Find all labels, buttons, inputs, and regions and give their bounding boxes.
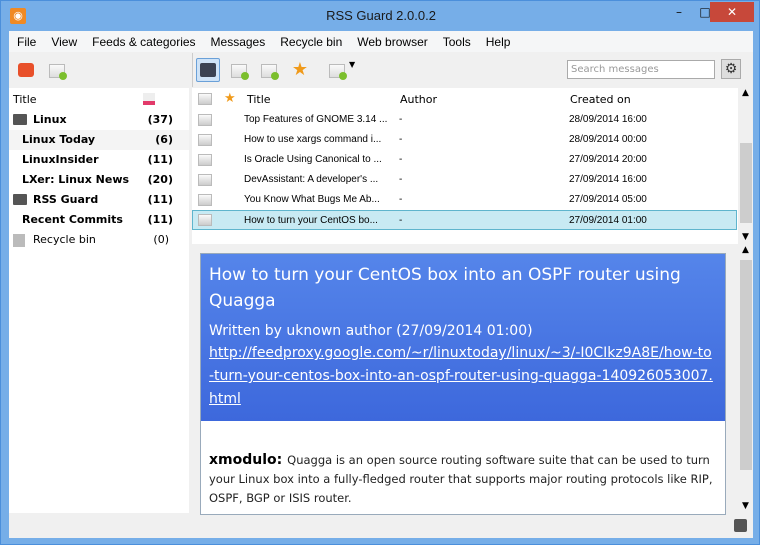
message-row[interactable]: You Know What Bugs Me Ab... -27/09/2014 0… <box>192 190 753 210</box>
message-row[interactable]: DevAssistant: A developer's ... -27/09/20… <box>192 170 753 190</box>
feeds-header[interactable]: Title <box>9 88 189 110</box>
messages-scrollbar[interactable]: ▲ ▼ <box>738 88 753 244</box>
fullscreen-icon[interactable] <box>734 519 747 532</box>
feed-category[interactable]: RSS Guard (11) <box>9 190 189 210</box>
star-icon[interactable]: ★ <box>288 58 312 82</box>
article-source: xmodulo <box>209 452 277 468</box>
status-bar <box>9 515 753 538</box>
title-column-header[interactable]: Title <box>247 93 271 106</box>
article-header: How to turn your CentOS box into an OSPF… <box>201 254 725 421</box>
message-row[interactable]: Top Features of GNOME 3.14 ... -28/09/201… <box>192 110 753 130</box>
scrollbar-thumb[interactable] <box>740 143 752 223</box>
gear-icon[interactable]: ⚙ <box>721 59 741 79</box>
folder-icon <box>13 193 27 205</box>
menu-feeds[interactable]: Feeds & categories <box>84 31 202 52</box>
preview-scrollbar[interactable]: ▲ ▼ <box>738 245 753 513</box>
title-bar: ◉ RSS Guard 2.0.0.2 – □ ✕ <box>1 1 760 31</box>
feed-item[interactable]: Recent Commits (11) <box>9 210 189 230</box>
envelope-icon <box>198 134 212 146</box>
read-status-icon[interactable] <box>198 93 212 105</box>
envelope-icon <box>198 194 212 206</box>
menu-bar: File View Feeds & categories Messages Re… <box>9 31 753 52</box>
client-area: File View Feeds & categories Messages Re… <box>9 31 753 538</box>
mark-unread-icon <box>261 64 279 80</box>
feed-category[interactable]: Linux (37) <box>9 110 189 130</box>
mark-feeds-read-button[interactable] <box>45 58 69 82</box>
envelope-icon <box>329 64 347 80</box>
message-preview: How to turn your CentOS box into an OSPF… <box>192 245 753 515</box>
article-byline: Written by uknown author (27/09/2014 01:… <box>209 323 533 339</box>
author-column-header[interactable]: Author <box>400 93 437 106</box>
scroll-up-icon[interactable]: ▲ <box>738 245 753 255</box>
minimize-button[interactable]: – <box>666 2 692 22</box>
recycle-bin-item[interactable]: Recycle bin (0) <box>9 230 189 250</box>
envelope-icon <box>198 154 212 166</box>
menu-web-browser[interactable]: Web browser <box>349 31 434 52</box>
scroll-down-icon[interactable]: ▼ <box>738 501 753 511</box>
article: How to turn your CentOS box into an OSPF… <box>200 253 726 515</box>
scroll-up-icon[interactable]: ▲ <box>738 88 753 98</box>
grid-icon <box>200 63 216 77</box>
article-link[interactable]: http://feedproxy.google.com/~r/linuxtoda… <box>209 345 713 407</box>
mark-unread-button[interactable] <box>257 58 281 82</box>
window-title: RSS Guard 2.0.0.2 <box>326 8 436 23</box>
messages-list: ★ Title Author Created on Top Features o… <box>192 88 753 244</box>
feed-item[interactable]: LinuxInsider (11) <box>9 150 189 170</box>
feeds-toolbar <box>9 53 189 87</box>
menu-tools[interactable]: Tools <box>435 31 478 52</box>
messages-header: ★ Title Author Created on <box>192 88 753 110</box>
toggle-layout-button[interactable] <box>196 58 220 82</box>
message-row-selected[interactable]: How to turn your CentOS bo... -27/09/2014… <box>192 210 737 230</box>
mark-read-icon <box>231 64 249 80</box>
message-row[interactable]: Is Oracle Using Canonical to ... -27/09/2… <box>192 150 753 170</box>
menu-help[interactable]: Help <box>478 31 518 52</box>
chevron-down-icon[interactable]: ▼ <box>349 58 359 82</box>
unread-count-icon <box>143 93 155 105</box>
article-title: How to turn your CentOS box into an OSPF… <box>209 265 681 311</box>
mark-button[interactable] <box>325 58 349 82</box>
menu-recycle-bin[interactable]: Recycle bin <box>272 31 349 52</box>
mark-read-icon <box>49 64 67 80</box>
menu-messages[interactable]: Messages <box>203 31 273 52</box>
feed-item[interactable]: LXer: Linux News (20) <box>9 170 189 190</box>
menu-view[interactable]: View <box>43 31 84 52</box>
main-window: ◉ RSS Guard 2.0.0.2 – □ ✕ File View Feed… <box>0 0 760 545</box>
envelope-icon <box>198 214 212 226</box>
envelope-icon <box>198 174 212 186</box>
important-icon[interactable]: ★ <box>224 91 236 106</box>
mark-read-button[interactable] <box>227 58 251 82</box>
trash-icon <box>13 233 25 247</box>
scroll-down-icon[interactable]: ▼ <box>738 232 753 242</box>
download-icon <box>18 63 34 77</box>
folder-icon <box>13 113 27 125</box>
message-row[interactable]: How to use xargs command i... -28/09/2014… <box>192 130 753 150</box>
close-button[interactable]: ✕ <box>710 2 754 22</box>
scrollbar-thumb[interactable] <box>740 260 752 470</box>
search-input[interactable]: Search messages <box>567 60 715 79</box>
update-feeds-button[interactable] <box>14 58 38 82</box>
title-column: Title <box>13 93 37 106</box>
menu-file[interactable]: File <box>9 31 43 52</box>
article-body: xmodulo: Quagga is an open source routin… <box>209 452 713 505</box>
created-column-header[interactable]: Created on <box>570 93 631 106</box>
messages-toolbar: ★ ▼ Search messages ⚙ <box>192 53 753 87</box>
feed-item[interactable]: Linux Today (6) <box>9 130 189 150</box>
feeds-tree: Title Linux (37) Linux Today (6) LinuxInsi… <box>9 88 189 513</box>
envelope-icon <box>198 114 212 126</box>
